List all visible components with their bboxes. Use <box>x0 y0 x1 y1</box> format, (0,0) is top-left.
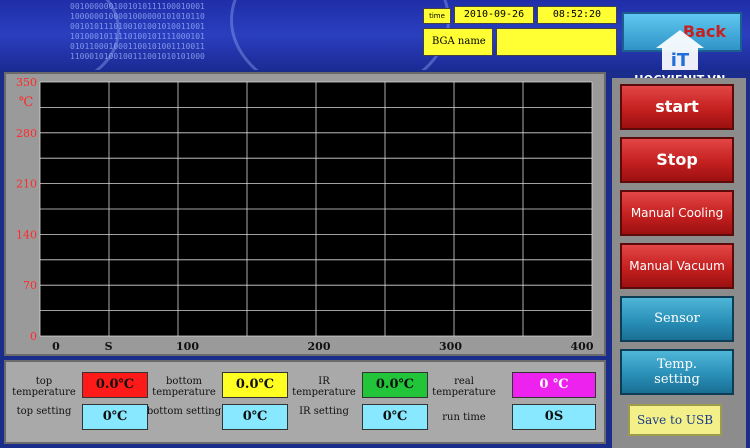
real-temperature-value: 0 ℃ <box>512 372 596 398</box>
date-display: 2010-09-26 <box>454 6 534 24</box>
bottom-temperature-label: bottom temperature <box>152 376 216 398</box>
bga-name-field[interactable] <box>496 28 617 56</box>
start-button[interactable]: start <box>620 84 734 130</box>
top-temperature-value: 0.0℃ <box>82 372 148 398</box>
manual-vacuum-button[interactable]: Manual Vacuum <box>620 243 734 289</box>
top-temperature-label: top temperature <box>12 376 76 398</box>
run-time-value: 0S <box>512 404 596 430</box>
x-tick-label: 300 <box>439 340 462 353</box>
ir-setting-value[interactable]: 0℃ <box>362 404 428 430</box>
top-setting-value[interactable]: 0℃ <box>82 404 148 430</box>
clock-display: 08:52:20 <box>537 6 617 24</box>
ir-setting-label: IR setting <box>299 406 349 417</box>
bottom-setting-label: bottom setting <box>146 406 222 417</box>
temperature-chart: 0 70 140 210 280 350 ℃ 0 S 100 200 300 400 <box>16 76 594 353</box>
y-unit-label: ℃ <box>19 95 34 110</box>
y-tick-label: 0 <box>30 330 37 343</box>
x-tick-label: S <box>105 340 113 353</box>
ir-temperature-value: 0.0℃ <box>362 372 428 398</box>
x-tick-label: 400 <box>571 340 594 353</box>
y-tick-label: 210 <box>16 178 37 191</box>
x-tick-label: 0 <box>52 340 60 353</box>
real-temperature-label: real temperature <box>432 376 496 398</box>
ir-temperature-label: IR temperature <box>292 376 356 398</box>
x-tick-label: 200 <box>308 340 331 353</box>
y-tick-label: 140 <box>16 228 37 241</box>
y-tick-label: 70 <box>23 279 37 292</box>
y-tick-label: 280 <box>16 127 37 140</box>
y-tick-label: 350 <box>16 76 37 89</box>
bottom-setting-value[interactable]: 0℃ <box>222 404 288 430</box>
manual-cooling-button[interactable]: Manual Cooling <box>620 190 734 236</box>
binary-decoration: 0010000001001010111100010001 10000001000… <box>70 2 205 61</box>
readings-panel: top temperature 0.0℃ bottom temperature … <box>4 360 606 444</box>
sensor-button[interactable]: Sensor <box>620 296 734 342</box>
bga-name-label: BGA name <box>423 28 493 56</box>
logo-mark: iT <box>671 50 690 71</box>
x-tick-label: 100 <box>176 340 199 353</box>
temperature-chart-panel: 0 70 140 210 280 350 ℃ 0 S 100 200 300 400 <box>4 72 606 356</box>
save-to-usb-button[interactable]: Save to USB <box>628 404 722 436</box>
time-label: time <box>423 8 451 24</box>
bottom-temperature-value: 0.0℃ <box>222 372 288 398</box>
top-setting-label: top setting <box>16 406 72 417</box>
run-time-label: run time <box>442 412 486 423</box>
decorative-swirl <box>230 0 450 70</box>
stop-button[interactable]: Stop <box>620 137 734 183</box>
temp-setting-button[interactable]: Temp. setting <box>620 349 734 395</box>
